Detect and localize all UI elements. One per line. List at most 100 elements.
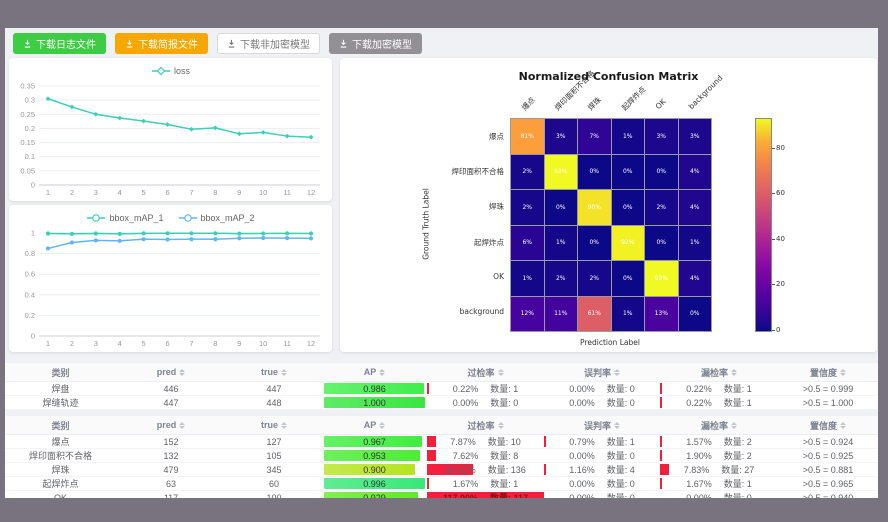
overdetect-cell: 1.67%数量: 1: [427, 477, 544, 490]
count-value: 数量: 136: [488, 463, 526, 476]
sort-icon[interactable]: [731, 369, 737, 376]
table-header-cell-漏检率[interactable]: 漏检率: [660, 416, 778, 434]
table-header-cell-pred[interactable]: pred: [116, 363, 226, 381]
table-header-cell-true[interactable]: true: [226, 363, 322, 381]
miss-cell: 0.22%数量: 1: [660, 396, 778, 409]
svg-text:12: 12: [307, 339, 315, 348]
count-value: 数量: 1: [490, 382, 518, 395]
series-loss: [46, 96, 314, 139]
rate-text: 7.83%数量: 27: [684, 463, 755, 476]
header-label: AP: [364, 367, 377, 377]
rate-text: 1.57%数量: 2: [686, 435, 752, 448]
rate-text: 0.00%数量: 0: [453, 396, 519, 409]
sort-icon[interactable]: [614, 369, 620, 376]
data-point: [46, 231, 50, 235]
sort-icon[interactable]: [498, 369, 504, 376]
rate-value: 1.67%: [686, 479, 712, 489]
data-point: [213, 237, 217, 241]
colorbar: [755, 118, 772, 332]
table-row: 起焊炸点63600.9961.67%数量: 10.00%数量: 01.67%数量…: [5, 477, 878, 491]
rate-text: 0.00%数量: 0: [686, 491, 752, 498]
sort-icon[interactable]: [498, 422, 504, 429]
download-unencrypted-model-button[interactable]: 下载非加密模型: [217, 33, 320, 54]
table-header-cell-漏检率[interactable]: 漏检率: [660, 363, 778, 381]
true-cell: 60: [226, 477, 322, 490]
legend-item-bbox_mAP_1[interactable]: bbox_mAP_1: [86, 213, 163, 223]
misjudge-cell: 0.79%数量: 1: [544, 435, 660, 448]
category-cell: 爆点: [5, 435, 116, 448]
table-header-cell-误判率[interactable]: 误判率: [544, 416, 660, 434]
data-point: [141, 119, 146, 124]
legend-item-bbox_mAP_2[interactable]: bbox_mAP_2: [178, 213, 255, 223]
misjudge-cell: 0.00%数量: 0: [544, 449, 660, 462]
table-header-cell-过检率[interactable]: 过检率: [427, 363, 544, 381]
table-header-cell-true[interactable]: true: [226, 416, 322, 434]
colorbar-tick: [772, 284, 775, 285]
svg-text:1: 1: [46, 339, 50, 348]
table-header-cell-误判率[interactable]: 误判率: [544, 363, 660, 381]
rate-text: 0.00%数量: 0: [569, 477, 635, 490]
legend-item-loss[interactable]: loss: [151, 66, 190, 76]
colorbar-tick-label: 80: [776, 144, 785, 152]
svg-text:9: 9: [237, 188, 241, 197]
confidence-cell: >0.5 = 0.965: [778, 477, 878, 490]
ap-value: 0.996: [363, 479, 386, 489]
download-log-button[interactable]: 下载日志文件: [13, 33, 106, 54]
matrix-row-label: 焊珠: [344, 201, 504, 212]
confusion-matrix-card: Normalized Confusion Matrix Ground Truth…: [340, 58, 877, 352]
overdetect-rate-bar: [427, 450, 436, 461]
count-value: 数量: 4: [607, 463, 635, 476]
data-point: [189, 231, 193, 235]
sort-icon[interactable]: [281, 422, 287, 429]
download-report-button[interactable]: 下载简报文件: [115, 33, 208, 54]
sort-icon[interactable]: [179, 422, 185, 429]
table-header-cell-category: 类别: [5, 363, 116, 381]
data-point: [261, 236, 265, 240]
matrix-row-label: background: [344, 307, 504, 316]
sort-icon[interactable]: [281, 369, 287, 376]
svg-text:0.25: 0.25: [20, 110, 35, 119]
data-point: [118, 239, 122, 243]
download-icon: [125, 39, 134, 48]
header-label: 漏检率: [701, 366, 728, 379]
sort-icon[interactable]: [731, 422, 737, 429]
sort-icon[interactable]: [379, 422, 385, 429]
table-header-cell-置信度[interactable]: 置信度: [778, 363, 878, 381]
rate-text: 39.42% 数量: 136: [445, 463, 526, 476]
rate-value: 1.67%: [453, 479, 479, 489]
table-header-row: 类别predtrueAP过检率误判率漏检率置信度: [5, 416, 878, 435]
rate-text: 1.90%数量: 2: [686, 449, 752, 462]
rate-value: 0.00%: [453, 398, 479, 408]
table-header-cell-AP[interactable]: AP: [322, 363, 427, 381]
rate-text: 0.79%数量: 1: [569, 435, 635, 448]
svg-text:5: 5: [142, 188, 146, 197]
table-header-cell-过检率[interactable]: 过检率: [427, 416, 544, 434]
pred-cell: 117: [116, 491, 226, 498]
sort-icon[interactable]: [614, 422, 620, 429]
bbox_map_chart: 00.20.40.60.81123456789101112: [9, 227, 332, 352]
series-bbox_mAP_2: [46, 236, 313, 251]
count-value: 数量: 1: [607, 435, 635, 448]
table-header-cell-AP[interactable]: AP: [322, 416, 427, 434]
button-label: 下载简报文件: [138, 36, 198, 51]
count-value: 数量: 0: [607, 477, 635, 490]
table-header-cell-置信度[interactable]: 置信度: [778, 416, 878, 434]
data-point: [70, 240, 74, 244]
matrix-cell: 93%: [545, 155, 578, 190]
table-header-cell-pred[interactable]: pred: [116, 416, 226, 434]
ap-cell: 0.996: [322, 477, 427, 490]
rate-value: 39.42%: [445, 465, 476, 475]
pred-cell: 447: [116, 396, 226, 409]
misjudge-cell: 0.00%数量: 0: [544, 477, 660, 490]
svg-text:10: 10: [259, 339, 267, 348]
results-tables: 类别predtrueAP过检率误判率漏检率置信度焊盘4464470.9860.2…: [5, 363, 878, 498]
sort-icon[interactable]: [379, 369, 385, 376]
sort-icon[interactable]: [179, 369, 185, 376]
download-encrypted-model-button[interactable]: 下载加密模型: [329, 33, 422, 54]
miss-cell: 1.67%数量: 1: [660, 477, 778, 490]
svg-text:0.15: 0.15: [20, 138, 35, 147]
sort-icon[interactable]: [840, 369, 846, 376]
data-point: [261, 231, 265, 235]
sort-icon[interactable]: [840, 422, 846, 429]
matrix-cell: 2%: [645, 190, 678, 225]
